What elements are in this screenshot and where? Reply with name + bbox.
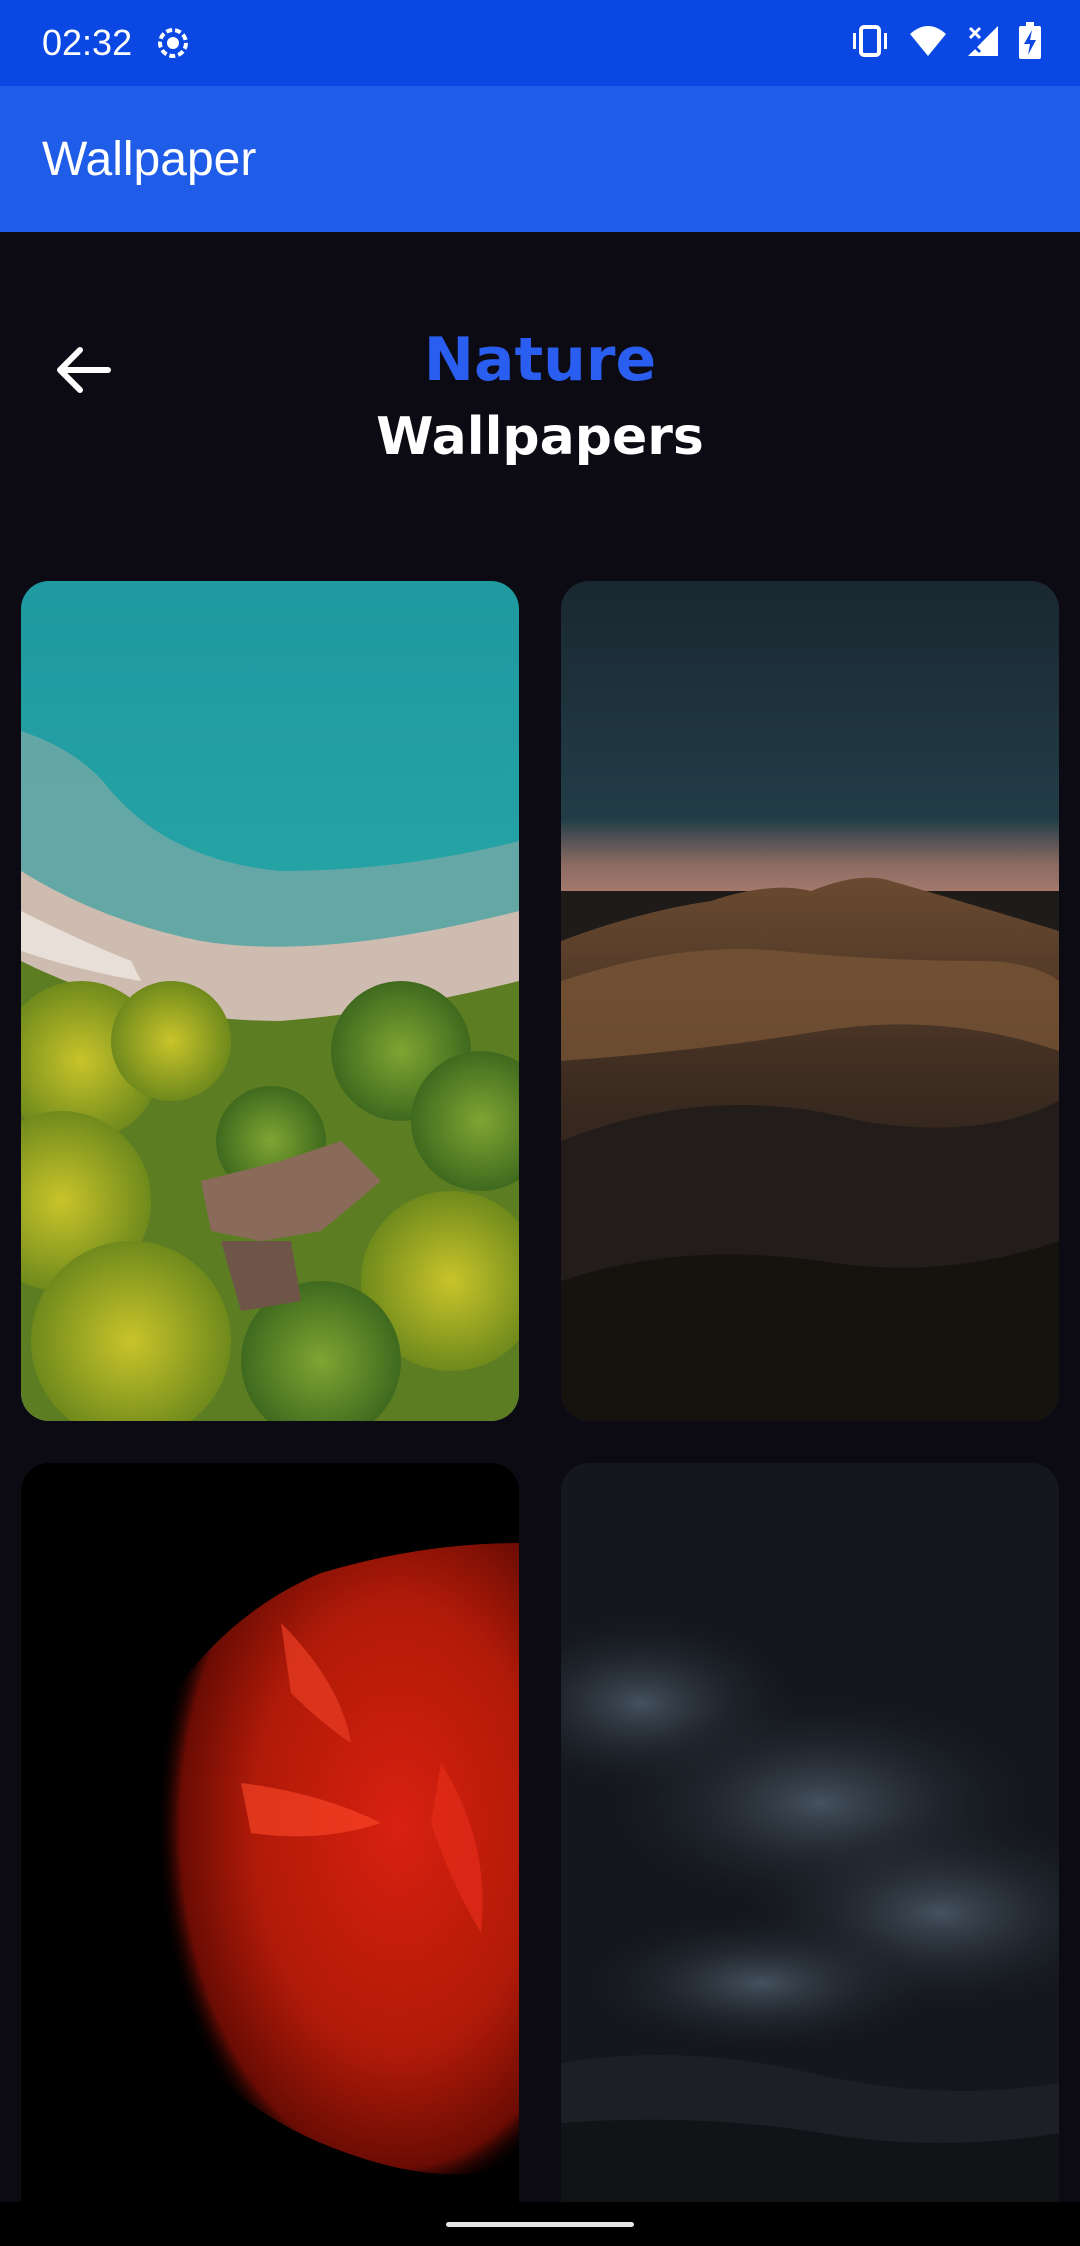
signal-icon: [966, 24, 1000, 63]
wallpaper-card-night-sky[interactable]: [561, 1463, 1059, 2246]
navigation-bar: [0, 2202, 1080, 2246]
wallpaper-image: [561, 581, 1059, 1421]
home-indicator[interactable]: [446, 2222, 634, 2227]
status-bar: 02:32: [0, 0, 1080, 86]
app-bar: Wallpaper: [0, 86, 1080, 232]
wallpaper-card-aerial-beach[interactable]: [21, 581, 519, 1421]
wallpaper-card-mountain-dusk[interactable]: [561, 581, 1059, 1421]
battery-charging-icon: [1018, 21, 1042, 65]
wallpaper-image: [561, 1463, 1059, 2246]
vibrate-icon: [850, 24, 890, 63]
wallpaper-card-red-betta[interactable]: [21, 1463, 519, 2246]
screen-record-icon: [156, 26, 190, 60]
category-subtitle: Wallpapers: [376, 407, 704, 467]
app-title: Wallpaper: [42, 133, 257, 186]
wallpaper-image: [21, 1463, 519, 2246]
status-icons: [850, 21, 1042, 65]
wallpaper-image: [21, 581, 519, 1421]
wifi-icon: [908, 24, 948, 63]
category-title: Nature: [423, 325, 657, 395]
status-time: 02:32: [42, 22, 133, 63]
